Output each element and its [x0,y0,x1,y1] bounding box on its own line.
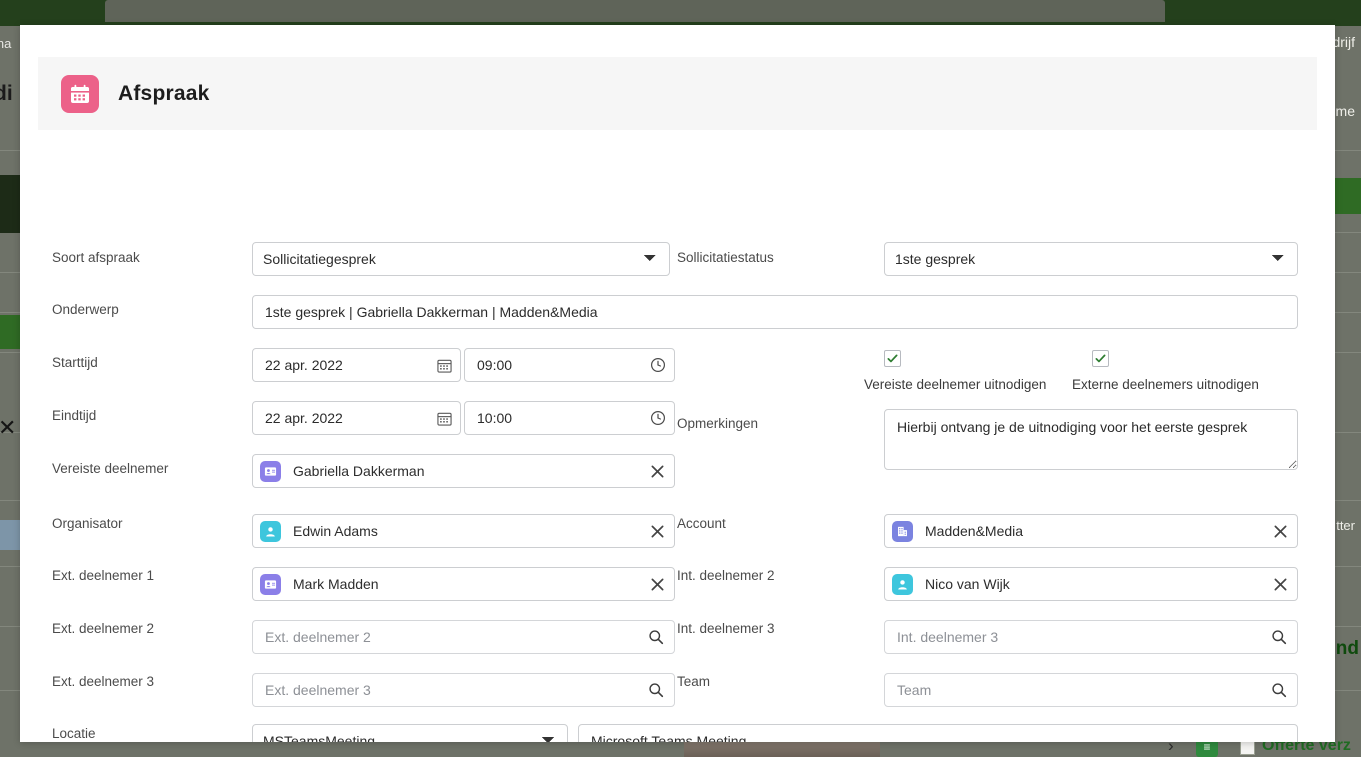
checkbox-externe-deelnemers-uitnodigen[interactable] [1092,350,1109,367]
clear-icon[interactable] [640,515,674,547]
account-field[interactable]: Madden&Media [884,514,1298,548]
label-externe-deelnemers-uitnodigen: Externe deelnemers uitnodigen [1072,377,1259,392]
locatie-detail-input[interactable] [578,724,1298,742]
label-eindtijd: Eindtijd [52,408,97,423]
starttijd-date-field[interactable]: 22 apr. 2022 [252,348,461,382]
contact-card-icon [260,573,281,595]
opmerkingen-textarea[interactable] [884,409,1298,470]
eindtijd-date-field[interactable]: 22 apr. 2022 [252,401,461,435]
vereiste-deelnemer-field[interactable]: Gabriella Dakkerman [252,454,675,488]
label-ext-deelnemer-3: Ext. deelnemer 3 [52,674,155,689]
label-organisator: Organisator [52,516,123,531]
label-ext-deelnemer-1: Ext. deelnemer 1 [52,568,155,583]
label-starttijd: Starttijd [52,355,98,370]
contact-card-icon [260,460,281,482]
soort-afspraak-select[interactable]: Sollicitatiegesprek [252,242,670,276]
label-ext-deelnemer-2: Ext. deelnemer 2 [52,621,155,636]
clock-icon[interactable] [642,349,674,381]
ext-deelnemer-3-field[interactable]: Ext. deelnemer 3 [252,673,675,707]
app-top-bar-tab [105,0,1165,22]
building-icon [892,520,913,542]
label-int-deelnemer-2: Int. deelnemer 2 [677,568,775,583]
vereiste-deelnemer-value: Gabriella Dakkerman [293,463,425,479]
team-placeholder: Team [897,682,932,698]
background-close-icon: ✕ [0,415,17,440]
team-field[interactable]: Team [884,673,1298,707]
check-icon [887,354,898,363]
search-icon[interactable] [1261,674,1297,706]
background-right-label-1: drijf [1332,34,1355,50]
afspraak-modal: Afspraak Soort afspraak Sollicitatiegesp… [20,25,1335,742]
label-vereiste-deelnemer: Vereiste deelnemer [52,461,169,476]
ext-deelnemer-1-value: Mark Madden [293,576,379,592]
eindtijd-time-value: 10:00 [477,410,513,426]
int-deelnemer-2-value: Nico van Wijk [925,576,1010,592]
ext-deelnemer-1-field[interactable]: Mark Madden [252,567,675,601]
calendar-icon [61,74,99,113]
background-left-heading: di [0,82,13,105]
clear-icon[interactable] [1263,568,1297,600]
ext-deelnemer-3-placeholder: Ext. deelnemer 3 [265,682,371,698]
ext-deelnemer-2-placeholder: Ext. deelnemer 2 [265,629,371,645]
onderwerp-input[interactable] [252,295,1298,329]
label-opmerkingen: Opmerkingen [677,416,759,431]
int-deelnemer-2-field[interactable]: Nico van Wijk [884,567,1298,601]
account-value: Madden&Media [925,523,1024,539]
starttijd-time-value: 09:00 [477,357,513,373]
label-onderwerp: Onderwerp [52,302,119,317]
calendar-picker-icon[interactable] [428,349,460,381]
clear-icon[interactable] [1263,515,1297,547]
clock-icon[interactable] [642,402,674,434]
checkbox-vereiste-deelnemer-uitnodigen[interactable] [884,350,901,367]
label-sollicitatiestatus: Sollicitatiestatus [677,250,774,265]
organisator-field[interactable]: Edwin Adams [252,514,675,548]
ext-deelnemer-2-field[interactable]: Ext. deelnemer 2 [252,620,675,654]
label-account: Account [677,516,726,531]
int-deelnemer-3-placeholder: Int. deelnemer 3 [897,629,999,645]
label-int-deelnemer-3: Int. deelnemer 3 [677,621,775,636]
person-icon [892,573,913,595]
page-title: Afspraak [118,81,210,105]
background-checkbox [1240,740,1255,755]
eindtijd-date-value: 22 apr. 2022 [265,410,343,426]
label-team: Team [677,674,711,689]
starttijd-date-value: 22 apr. 2022 [265,357,343,373]
clear-icon[interactable] [640,455,674,487]
person-icon [260,520,281,542]
clear-icon[interactable] [640,568,674,600]
search-icon[interactable] [1261,621,1297,653]
locatie-type-select[interactable]: MSTeamsMeeting [252,724,568,742]
modal-header: Afspraak [38,57,1317,130]
search-icon[interactable] [638,674,674,706]
sollicitatiestatus-select[interactable]: 1ste gesprek [884,242,1298,276]
organisator-value: Edwin Adams [293,523,378,539]
background-right-label-4: nd [1335,638,1359,659]
label-locatie: Locatie [52,726,96,741]
search-icon[interactable] [638,621,674,653]
app-top-bar [0,0,1361,26]
int-deelnemer-3-field[interactable]: Int. deelnemer 3 [884,620,1298,654]
calendar-picker-icon[interactable] [428,402,460,434]
check-icon [1095,354,1106,363]
background-left-label: ina [0,36,12,51]
background-right-label-3: tter [1336,518,1355,533]
starttijd-time-field[interactable]: 09:00 [464,348,675,382]
label-vereiste-deelnemer-uitnodigen: Vereiste deelnemer uitnodigen [864,377,1047,392]
label-soort-afspraak: Soort afspraak [52,250,140,265]
eindtijd-time-field[interactable]: 10:00 [464,401,675,435]
